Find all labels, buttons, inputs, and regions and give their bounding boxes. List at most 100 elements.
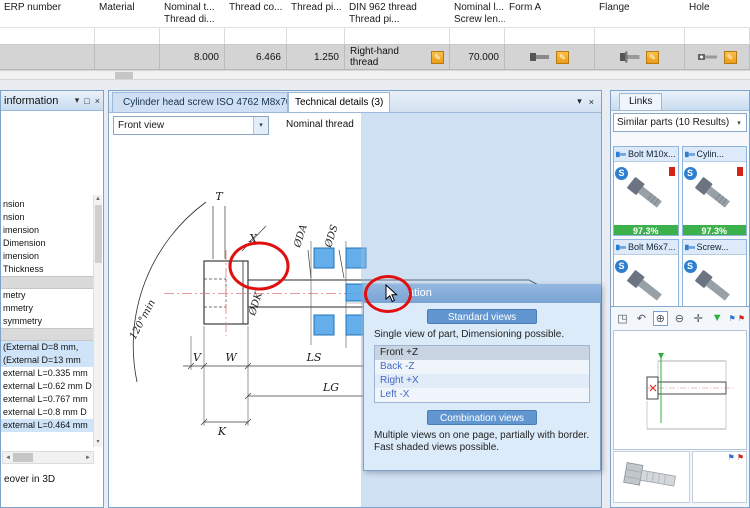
empty-cell[interactable] [95, 28, 160, 44]
list-item[interactable]: imension [1, 224, 93, 237]
table-horizontal-scrollbar[interactable] [0, 70, 750, 80]
card-header: Cylin... [683, 147, 747, 162]
preview-drawing[interactable] [613, 330, 747, 450]
empty-cell[interactable] [160, 28, 225, 44]
view-select[interactable]: Front view ▾ [113, 116, 269, 135]
cell-din962-thread[interactable]: Right-hand thread ✎ [345, 45, 450, 69]
cell-nominal-thread[interactable]: 8.000 [160, 45, 225, 69]
scrollbar-thumb[interactable] [115, 72, 133, 79]
column-header-thread-core[interactable]: Thread co... [225, 0, 287, 27]
cell-nominal-length[interactable]: 70.000 [450, 45, 505, 69]
view-option-back[interactable]: Back -Z [375, 360, 589, 374]
panel-menu-icon[interactable]: ▾ [75, 95, 80, 106]
scroll-up-icon[interactable]: ▲ [94, 195, 102, 204]
list-item[interactable]: external L=0.62 mm D [1, 380, 93, 393]
edit-icon[interactable]: ✎ [724, 51, 737, 64]
list-item[interactable]: mmetry [1, 302, 93, 315]
scroll-left-icon[interactable]: ◄ [3, 455, 13, 461]
column-header-thread-pitch[interactable]: Thread pi... [287, 0, 345, 27]
card-header: Screw... [683, 240, 747, 255]
similar-parts-select[interactable]: Similar parts (10 Results) ▾ [613, 113, 747, 132]
column-header-din962-thread[interactable]: DIN 962 thread Thread pi... [345, 0, 450, 27]
list-item[interactable]: metry [1, 289, 93, 302]
edit-icon[interactable]: ✎ [431, 51, 444, 64]
cell-thread-pitch[interactable]: 1.250 [287, 45, 345, 69]
tab-part-view-label: Cylinder head screw ISO 4762 M8x70 [123, 97, 288, 108]
left-vertical-scrollbar[interactable]: ▲ ▾ [93, 195, 102, 447]
panel-close-icon[interactable]: × [95, 96, 100, 106]
panel-float-icon[interactable]: □ [84, 96, 89, 106]
list-item-selected[interactable]: (External D=13 mm [1, 354, 93, 367]
red-flag-icon[interactable]: ⚑ [737, 453, 744, 462]
edit-icon[interactable]: ✎ [646, 51, 659, 64]
zoom-out-icon[interactable]: ⊖ [672, 312, 687, 325]
empty-cell[interactable] [345, 28, 450, 44]
part-photo-card[interactable] [613, 451, 690, 503]
blue-flag-icon[interactable]: ⚑ [728, 453, 735, 462]
blue-flag-icon[interactable]: ⚑ [729, 314, 736, 323]
cell-form-a[interactable]: ✎ [505, 45, 595, 69]
empty-cell[interactable] [505, 28, 595, 44]
empty-cell[interactable] [685, 28, 750, 44]
view-option-left[interactable]: Left -X [375, 388, 589, 402]
scroll-right-icon[interactable]: ► [83, 455, 93, 461]
column-header-flange[interactable]: Flange [595, 0, 685, 27]
combination-views-header[interactable]: Combination views [427, 410, 537, 425]
empty-cell[interactable] [0, 28, 95, 44]
tab-part-view[interactable]: Cylinder head screw ISO 4762 M8x70 [112, 92, 288, 112]
list-item[interactable]: imension [1, 250, 93, 263]
tab-menu-icon[interactable]: ▾ [577, 96, 582, 107]
standard-views-header[interactable]: Standard views [427, 309, 537, 324]
pan-icon[interactable]: ✛ [691, 312, 706, 325]
fit-view-icon[interactable]: ◳ [615, 312, 630, 325]
list-item[interactable]: nsion [1, 211, 93, 224]
selection-grip[interactable] [314, 248, 334, 268]
list-item-selected[interactable]: (External D=8 mm, [1, 341, 93, 354]
cell-erp-number[interactable] [0, 45, 95, 69]
left-horizontal-scrollbar[interactable]: ◄ ► [2, 451, 94, 464]
link-card[interactable]: ⚑ ⚑ [692, 451, 747, 503]
zoom-in-icon[interactable]: ⊕ [653, 311, 668, 326]
column-header-nominal-thread[interactable]: Nominal t... Thread di... [160, 0, 225, 27]
cell-material[interactable] [95, 45, 160, 69]
empty-cell[interactable] [595, 28, 685, 44]
list-item[interactable]: Thickness [1, 263, 93, 276]
cell-thread-core[interactable]: 6.466 [225, 45, 287, 69]
edit-icon[interactable]: ✎ [556, 51, 569, 64]
tab-technical-details[interactable]: Technical details (3) [288, 92, 390, 112]
list-item[interactable]: external L=0.335 mm [1, 367, 93, 380]
cell-hole[interactable]: ✎ [685, 45, 750, 69]
chevron-down-icon[interactable]: ▾ [253, 117, 268, 134]
scrollbar-thumb[interactable] [13, 453, 33, 462]
red-flag-icon[interactable]: ⚑ [738, 314, 745, 323]
rotate-icon[interactable]: ↶ [634, 312, 649, 325]
chevron-down-icon[interactable]: ▾ [732, 119, 746, 127]
takeover-3d-button[interactable]: eover in 3D [4, 474, 55, 485]
column-header-hole[interactable]: Hole [685, 0, 750, 27]
view-option-right[interactable]: Right +X [375, 374, 589, 388]
list-item-selected[interactable]: external L=0.464 mm [1, 419, 93, 432]
empty-cell[interactable] [450, 28, 505, 44]
list-item[interactable]: nsion [1, 198, 93, 211]
scroll-down-icon[interactable]: ▾ [94, 438, 102, 447]
similar-part-card[interactable]: Bolt M10x... S 97.3% [613, 146, 679, 236]
empty-cell[interactable] [287, 28, 345, 44]
empty-cell[interactable] [225, 28, 287, 44]
column-header-nominal-length[interactable]: Nominal l... Screw len... [450, 0, 505, 27]
similar-part-card[interactable]: Cylin... S 97.3% [682, 146, 748, 236]
selection-grip[interactable] [314, 315, 334, 335]
list-item[interactable]: external L=0.8 mm D [1, 406, 93, 419]
view-option-front[interactable]: Front +Z [375, 346, 589, 360]
views-dropdown-icon[interactable]: ▼ [710, 312, 725, 324]
tab-close-icon[interactable]: × [589, 97, 594, 107]
cell-flange[interactable]: ✎ [595, 45, 685, 69]
scrollbar-thumb[interactable] [95, 205, 102, 263]
column-header-form-a[interactable]: Form A [505, 0, 595, 27]
list-item[interactable]: Dimension [1, 237, 93, 250]
column-header-material[interactable]: Material [95, 0, 160, 27]
list-item[interactable]: external L=0.767 mm [1, 393, 93, 406]
column-header-erp-number[interactable]: ERP number [0, 0, 95, 27]
links-titlebar: Links [611, 91, 749, 111]
list-item[interactable]: symmetry [1, 315, 93, 328]
links-tab[interactable]: Links [619, 93, 662, 110]
